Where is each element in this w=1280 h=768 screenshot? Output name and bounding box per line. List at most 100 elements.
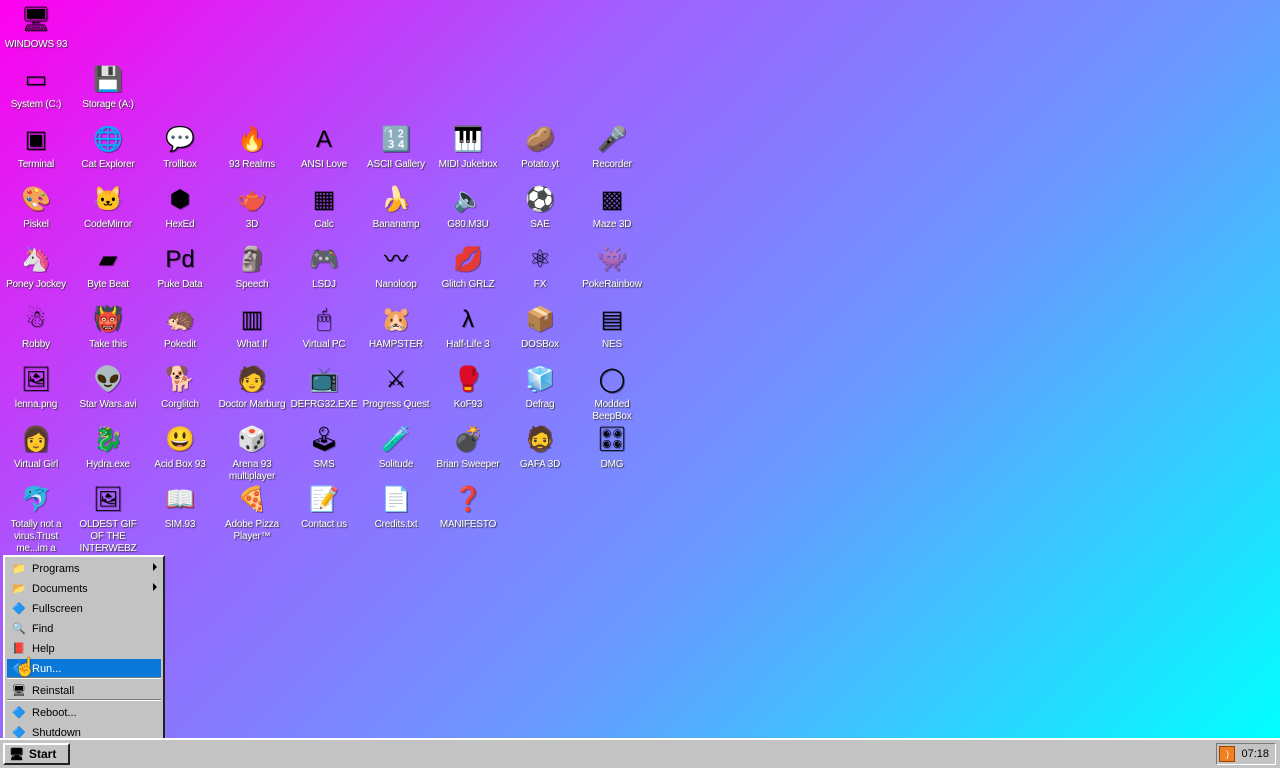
app-icon: 🫖 [237, 186, 267, 213]
desktop-icon-label: 93 Realms [229, 159, 275, 170]
desktop-icon[interactable]: 👩 Virtual Girl [0, 422, 72, 482]
desktop-icon[interactable]: ❓ MANIFESTO [432, 482, 504, 542]
app-icon: ⬢ [169, 186, 191, 213]
desktop-icon[interactable]: λ Half-Life 3 [432, 302, 504, 362]
desktop-icon-label: Storage (A:) [82, 99, 134, 110]
start-menu-item[interactable]: 🔍 Find [7, 619, 161, 639]
desktop-icon[interactable]: ⚽ SAE [504, 182, 576, 242]
start-menu-item[interactable]: 🖥 Reinstall [7, 681, 161, 701]
desktop-icon[interactable]: 🎮 LSDJ [288, 242, 360, 302]
start-menu-item[interactable]: 📕 Help [7, 639, 161, 659]
desktop-icon[interactable]: 🐕 Corglitch [144, 362, 216, 422]
desktop-icon[interactable]: 🧊 Defrag [504, 362, 576, 422]
desktop-icon[interactable]: 🧑 Doctor Marburg [216, 362, 288, 422]
start-menu-item[interactable]: 📂 Documents [7, 579, 161, 599]
desktop-icon[interactable]: 🖼 OLDEST GIF OF THE INTERWEBZ [72, 482, 144, 554]
desktop-icon[interactable]: 😃 Acid Box 93 [144, 422, 216, 482]
desktop-icon-label: lenna.png [14, 399, 58, 410]
start-menu-item[interactable]: 🔷 Fullscreen [7, 599, 161, 619]
start-menu-item[interactable]: 📁 Programs [7, 559, 161, 579]
desktop-icon[interactable]: 🎹 MIDI Jukebox [432, 122, 504, 182]
desktop-icon[interactable]: 🖼 lenna.png [0, 362, 72, 422]
desktop-icon[interactable]: 🖥 WINDOWS 93 [0, 2, 72, 62]
desktop-icon[interactable]: 📝 Contact us [288, 482, 360, 542]
desktop-icon[interactable]: ▰ Byte Beat [72, 242, 144, 302]
desktop-icon[interactable]: ▦ Calc [288, 182, 360, 242]
desktop-icon-label: WINDOWS 93 [4, 39, 68, 50]
desktop-icon[interactable]: 👽 Star Wars.avi [72, 362, 144, 422]
desktop-icon-label: Defrag [525, 399, 555, 410]
desktop-icon[interactable]: Pd Puke Data [144, 242, 216, 302]
desktop-icon[interactable]: 🦄 Poney Jockey [0, 242, 72, 302]
desktop-icon[interactable]: 📺 DEFRG32.EXE [288, 362, 360, 422]
desktop-icon[interactable]: 🕹 SMS [288, 422, 360, 482]
desktop-icon[interactable]: 🔢 ASCII Gallery [360, 122, 432, 182]
rss-icon[interactable]: ) [1219, 746, 1236, 762]
app-icon: 💬 [165, 126, 195, 153]
desktop-icon-label: OLDEST GIF OF THE INTERWEBZ [79, 519, 137, 554]
desktop-icon[interactable]: 🗿 Speech [216, 242, 288, 302]
desktop-icon[interactable]: 💣 Brian Sweeper [432, 422, 504, 482]
desktop-icon[interactable]: 🖱 Virtual PC [288, 302, 360, 362]
desktop-icon[interactable]: 🧪 Solitude [360, 422, 432, 482]
desktop-icon[interactable]: 🐹 HAMPSTER [360, 302, 432, 362]
desktop-icon[interactable]: 🧔 GAFA 3D [504, 422, 576, 482]
app-icon: λ [462, 306, 474, 333]
desktop-icon[interactable]: 🎤 Recorder [576, 122, 648, 182]
desktop-icon[interactable]: A ANSI Love [288, 122, 360, 182]
desktop-icon[interactable]: 🥔 Potato.yt [504, 122, 576, 182]
desktop-icon-label: Virtual Girl [13, 459, 59, 470]
desktop-icon[interactable]: 💋 Glitch GRLZ [432, 242, 504, 302]
desktop-icon[interactable]: 🐱 CodeMirror [72, 182, 144, 242]
start-button[interactable]: 🖥 Start [3, 743, 70, 765]
desktop-icon[interactable]: 👹 Take this [72, 302, 144, 362]
desktop-icon[interactable]: 🐉 Hydra.exe [72, 422, 144, 482]
app-icon: 👾 [597, 246, 627, 273]
desktop-icon[interactable]: 🐬 Totally not a virus.Trust me...im a [0, 482, 72, 554]
desktop-icon[interactable]: ▤ NES [576, 302, 648, 362]
desktop-icon[interactable]: 📄 Credits.txt [360, 482, 432, 542]
desktop-icon-label: DEFRG32.EXE [290, 399, 358, 410]
desktop-icon-label: CodeMirror [83, 219, 132, 230]
desktop-icon-label: Solitude [378, 459, 414, 470]
desktop-icon[interactable]: ▭ System (C:) [0, 62, 72, 122]
desktop-icon[interactable]: 🫖 3D [216, 182, 288, 242]
desktop-icon[interactable]: 🔈 G80.M3U [432, 182, 504, 242]
desktop-icon[interactable]: 🍌 Bananamp [360, 182, 432, 242]
desktop-icon[interactable]: 🥊 KoF93 [432, 362, 504, 422]
menu-item-icon: 📁 [12, 563, 26, 575]
desktop-icon-label: Speech [235, 279, 269, 290]
app-icon: ▭ [24, 66, 48, 93]
desktop-icon[interactable]: 🍕 Adobe Pizza Player™ [216, 482, 288, 542]
desktop-icon[interactable]: ◯ Modded BeepBox [576, 362, 648, 422]
desktop-icon[interactable]: 🎨 Piskel [0, 182, 72, 242]
desktop-icon[interactable]: 📖 SIM.93 [144, 482, 216, 542]
app-icon: 🌐 [93, 126, 123, 153]
desktop-icon[interactable]: 🦔 Pokedit [144, 302, 216, 362]
desktop-icon[interactable]: 💾 Storage (A:) [72, 62, 144, 122]
desktop-icon[interactable]: 🌐 Cat Explorer [72, 122, 144, 182]
desktop-icon[interactable]: 📦 DOSBox [504, 302, 576, 362]
desktop-icon[interactable]: 👾 PokeRainbow [576, 242, 648, 302]
desktop-icon[interactable]: 〰 Nanoloop [360, 242, 432, 302]
app-icon: 🐕 [165, 366, 195, 393]
menu-item-label: Find [32, 623, 54, 635]
desktop-icon[interactable]: 💬 Trollbox [144, 122, 216, 182]
app-icon: 🖼 [92, 486, 124, 513]
desktop-icon[interactable]: ⚛ FX [504, 242, 576, 302]
menu-item-icon: 🖥 [12, 685, 26, 697]
desktop-icon[interactable]: 🎛 DMG [576, 422, 648, 482]
desktop-icon[interactable]: 🎲 Arena 93 multiplayer [216, 422, 288, 482]
desktop-icon[interactable]: ☃ Robby [0, 302, 72, 362]
desktop-icon-label: Virtual PC [302, 339, 346, 350]
desktop[interactable]: 🖥 WINDOWS 93 ▭ System (C:) 💾 Storage (A:) ▣ Ter… [0, 0, 1280, 738]
desktop-icon[interactable]: ▥ What If [216, 302, 288, 362]
desktop-icon[interactable]: ▩ Maze 3D [576, 182, 648, 242]
desktop-icon-label: SMS [313, 459, 335, 470]
desktop-icon[interactable]: ⬢ HexEd [144, 182, 216, 242]
desktop-icon-label: ASCII Gallery [367, 159, 425, 170]
start-menu-item[interactable]: 🔷 Reboot... [7, 703, 161, 723]
desktop-icon[interactable]: ▣ Terminal [0, 122, 72, 182]
desktop-icon[interactable]: ⚔ Progress Quest [360, 362, 432, 422]
desktop-icon[interactable]: 🔥 93 Realms [216, 122, 288, 182]
